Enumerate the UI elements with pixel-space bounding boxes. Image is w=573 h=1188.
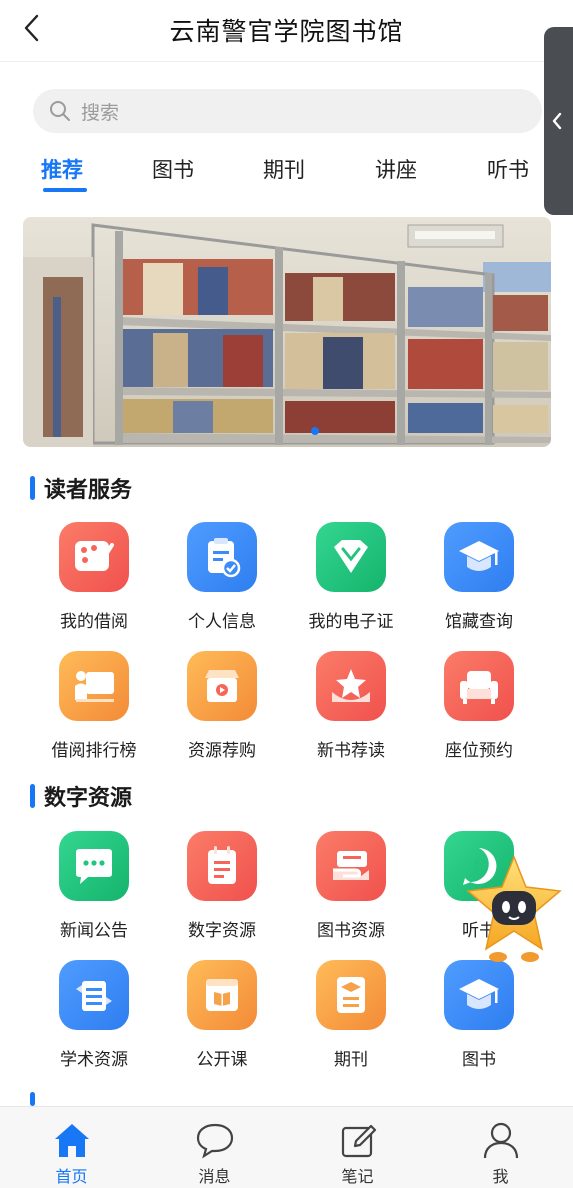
book-hand-icon	[316, 831, 386, 901]
section-title-digital-resources: 数字资源	[30, 781, 132, 811]
home-icon	[50, 1119, 94, 1161]
item-label: 学术资源	[60, 1050, 128, 1070]
tab-books[interactable]: 图书	[152, 154, 194, 184]
item-label: 期刊	[334, 1050, 368, 1070]
star-robot-mascot-icon[interactable]	[462, 853, 567, 968]
item-label: 我的电子证	[308, 612, 394, 632]
item-label: 馆藏查询	[445, 612, 513, 632]
chat-bubble-icon	[59, 831, 129, 901]
grid-item-journals[interactable]: 期刊	[287, 960, 415, 1080]
grid-item-seat-booking[interactable]: 座位预约	[415, 651, 543, 771]
item-label: 座位预约	[445, 741, 513, 761]
palette-icon	[59, 522, 129, 592]
nav-label: 首页	[55, 1167, 88, 1186]
podium-board-icon	[59, 651, 129, 721]
page-title: 云南警官学院图书馆	[169, 17, 404, 46]
section-accent-bar	[30, 784, 35, 808]
banner-carousel[interactable]	[23, 217, 551, 447]
search-icon	[50, 101, 70, 121]
nav-home[interactable]: 首页	[0, 1107, 143, 1188]
nav-label: 消息	[198, 1167, 231, 1186]
item-label: 新书荐读	[317, 741, 385, 761]
nav-messages[interactable]: 消息	[143, 1107, 286, 1188]
grid-item-book-resources[interactable]: 图书资源	[287, 831, 415, 951]
shop-icon	[187, 651, 257, 721]
library-home-screen: 云南警官学院图书馆 搜索 推荐 图书 期刊 讲座 听书 读者服务 我的借阅 个人…	[0, 0, 573, 1188]
open-book-icon	[187, 960, 257, 1030]
section-label: 读者服务	[44, 478, 133, 503]
notepad-icon	[187, 831, 257, 901]
library-bookshelf-photo	[23, 217, 551, 447]
graduation-cap-icon	[444, 522, 514, 592]
user-icon	[479, 1119, 523, 1161]
tab-audiobooks[interactable]: 听书	[487, 154, 529, 184]
nav-label: 我	[492, 1167, 509, 1186]
tab-journals[interactable]: 期刊	[263, 154, 305, 184]
section-accent-bar	[30, 476, 35, 500]
item-label: 资源荐购	[188, 741, 256, 761]
search-placeholder: 搜索	[81, 101, 120, 124]
tab-lectures[interactable]: 讲座	[375, 154, 417, 184]
grid-item-personal-info[interactable]: 个人信息	[158, 522, 286, 642]
bottom-navigation: 首页 消息 笔记 我	[0, 1106, 573, 1188]
armchair-icon	[444, 651, 514, 721]
grid-item-collection-search[interactable]: 馆藏查询	[415, 522, 543, 642]
grid-item-my-borrowing[interactable]: 我的借阅	[30, 522, 158, 642]
star-badge-icon	[316, 651, 386, 721]
clipboard-check-icon	[187, 522, 257, 592]
item-label: 图书资源	[317, 921, 385, 941]
grid-item-new-books[interactable]: 新书荐读	[287, 651, 415, 771]
tab-bar: 推荐 图书 期刊 讲座 听书	[0, 150, 573, 200]
edit-note-icon	[336, 1119, 380, 1161]
gem-icon	[316, 522, 386, 592]
item-label: 个人信息	[188, 612, 256, 632]
tab-active-indicator	[43, 188, 87, 192]
item-label: 公开课	[196, 1050, 248, 1070]
grid-item-my-ecard[interactable]: 我的电子证	[287, 522, 415, 642]
chevron-left-icon	[552, 112, 562, 130]
section-title-reader-services: 读者服务	[30, 473, 132, 503]
item-label: 借阅排行榜	[51, 741, 137, 761]
grid-item-resource-recommend[interactable]: 资源荐购	[158, 651, 286, 771]
carousel-indicator-dot[interactable]	[311, 427, 319, 435]
grid-item-news[interactable]: 新闻公告	[30, 831, 158, 951]
journal-cap-icon	[316, 960, 386, 1030]
section-title-partial	[30, 1092, 35, 1106]
chat-icon	[193, 1119, 237, 1161]
nav-me[interactable]: 我	[429, 1107, 572, 1188]
item-label: 新闻公告	[60, 921, 128, 941]
nav-label: 笔记	[341, 1167, 374, 1186]
search-bar[interactable]: 搜索	[33, 89, 542, 133]
nav-notes[interactable]: 笔记	[286, 1107, 429, 1188]
item-label: 图书	[462, 1050, 496, 1070]
graduation-cap-icon	[444, 960, 514, 1030]
grid-item-borrow-ranking[interactable]: 借阅排行榜	[30, 651, 158, 771]
exchange-doc-icon	[59, 960, 129, 1030]
grid-item-digital-resources[interactable]: 数字资源	[158, 831, 286, 951]
section-label: 数字资源	[44, 786, 133, 811]
grid-item-open-courses[interactable]: 公开课	[158, 960, 286, 1080]
header: 云南警官学院图书馆	[0, 0, 573, 62]
side-drawer-handle[interactable]	[544, 27, 573, 215]
tab-recommend[interactable]: 推荐	[41, 154, 83, 184]
grid-item-books[interactable]: 图书	[415, 960, 543, 1080]
item-label: 我的借阅	[60, 612, 128, 632]
grid-item-academic-resources[interactable]: 学术资源	[30, 960, 158, 1080]
item-label: 数字资源	[188, 921, 256, 941]
